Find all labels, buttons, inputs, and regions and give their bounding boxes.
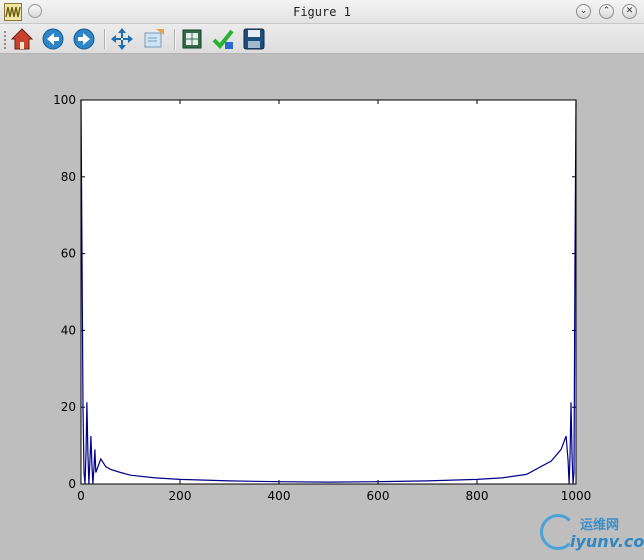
pan-button[interactable] bbox=[110, 27, 134, 51]
zoom-button[interactable] bbox=[142, 27, 166, 51]
home-button[interactable] bbox=[10, 27, 34, 51]
close-button[interactable]: ✕ bbox=[622, 4, 637, 19]
y-tick-label: 20 bbox=[61, 400, 76, 414]
site-watermark: 运维网 iyunv.com bbox=[540, 512, 644, 556]
axes-background bbox=[81, 100, 576, 484]
watermark-en-text: iyunv.com bbox=[570, 532, 644, 551]
window-titlebar: Figure 1 ⌄ ⌃ ✕ bbox=[0, 0, 644, 24]
y-tick-label: 100 bbox=[53, 93, 76, 107]
pan-icon bbox=[111, 28, 133, 50]
y-tick-label: 60 bbox=[61, 247, 76, 261]
x-tick-label: 0 bbox=[77, 489, 85, 503]
x-tick-label: 800 bbox=[466, 489, 489, 503]
zoom-icon bbox=[144, 29, 164, 48]
figure-canvas[interactable]: 0 200 400 600 800 1000 0 20 40 60 80 100 bbox=[0, 54, 644, 556]
toolbar-grip[interactable] bbox=[3, 30, 7, 50]
y-tick-label: 40 bbox=[61, 323, 76, 337]
save-button[interactable] bbox=[242, 27, 266, 51]
save-icon bbox=[243, 28, 265, 50]
subplots-button[interactable] bbox=[180, 27, 204, 51]
forward-button[interactable] bbox=[72, 27, 96, 51]
y-tick-label: 0 bbox=[68, 477, 76, 491]
forward-icon bbox=[73, 28, 95, 50]
back-icon bbox=[42, 28, 64, 50]
minimize-button[interactable]: ⌄ bbox=[576, 4, 591, 19]
window-title: Figure 1 bbox=[293, 5, 351, 19]
x-tick-label: 600 bbox=[367, 489, 390, 503]
edit-check-icon bbox=[212, 29, 234, 49]
y-tick-label: 80 bbox=[61, 170, 76, 184]
maximize-button[interactable]: ⌃ bbox=[599, 4, 614, 19]
line-chart: 0 200 400 600 800 1000 0 20 40 60 80 100 bbox=[53, 93, 592, 503]
subplots-icon bbox=[182, 29, 202, 49]
watermark-cn-text: 运维网 bbox=[580, 518, 620, 533]
toolbar-separator bbox=[174, 29, 176, 49]
navigation-toolbar bbox=[0, 24, 644, 54]
back-button[interactable] bbox=[41, 27, 65, 51]
x-tick-label: 200 bbox=[169, 489, 192, 503]
edit-check-button[interactable] bbox=[211, 27, 235, 51]
x-tick-label: 1000 bbox=[561, 489, 592, 503]
x-tick-label: 400 bbox=[268, 489, 291, 503]
toolbar-separator bbox=[104, 29, 106, 49]
home-icon bbox=[10, 28, 34, 50]
